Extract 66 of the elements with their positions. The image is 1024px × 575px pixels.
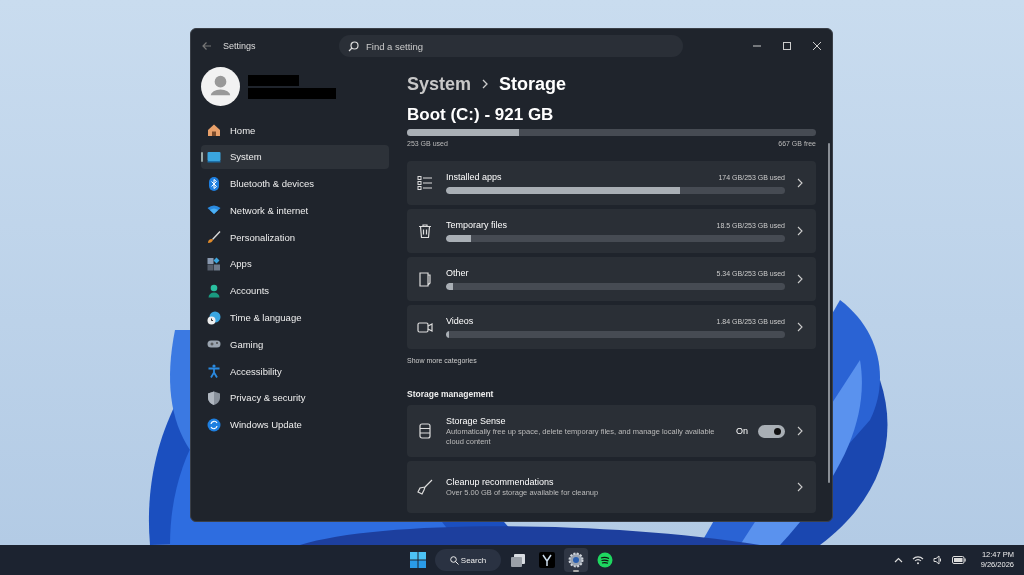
house-icon xyxy=(207,123,221,137)
toggle-switch[interactable] xyxy=(758,424,785,438)
chevron-icon xyxy=(796,226,804,236)
wifi-icon[interactable] xyxy=(911,555,924,565)
app-icon xyxy=(539,552,555,568)
speaker-icon[interactable] xyxy=(932,555,943,565)
gear-icon xyxy=(568,552,584,568)
sidebar-item[interactable]: Personalization xyxy=(201,225,389,250)
globe-clock-icon xyxy=(207,310,221,325)
page-title: Storage xyxy=(499,73,567,95)
search-field[interactable]: Find a setting xyxy=(339,35,683,57)
brush-icon xyxy=(207,230,221,245)
search-icon xyxy=(348,40,359,52)
chevron-icon xyxy=(796,274,804,284)
close-icon xyxy=(812,41,822,51)
chevron-up-icon[interactable] xyxy=(893,557,903,563)
taskbar-search[interactable]: Search xyxy=(435,549,501,571)
apps-icon xyxy=(207,257,221,271)
scrollbar[interactable] xyxy=(828,143,830,483)
music-app-icon xyxy=(597,552,613,568)
chevron-icon xyxy=(796,426,804,436)
setting-title: Storage Sense xyxy=(446,415,507,426)
section-heading: Storage management xyxy=(407,389,495,399)
search-icon xyxy=(449,555,459,565)
broom-icon xyxy=(417,479,433,495)
document-icon xyxy=(417,271,433,287)
drive-title: Boot (C:) - 921 GB xyxy=(407,105,555,125)
monitor-icon xyxy=(207,149,221,164)
chevron-icon xyxy=(796,482,804,492)
sidebar-item[interactable]: System xyxy=(201,144,389,169)
toggle-label: On xyxy=(736,426,748,436)
sidebar-item[interactable]: Time & language xyxy=(201,305,389,330)
breadcrumb-link[interactable]: System xyxy=(407,73,472,95)
battery-icon[interactable] xyxy=(951,556,966,564)
person-icon xyxy=(207,283,221,298)
sidebar-item[interactable]: Privacy & security xyxy=(201,385,389,410)
back-arrow-icon[interactable] xyxy=(201,40,213,52)
sidebar-item[interactable]: Windows Update xyxy=(201,412,389,437)
category-label: Temporary files xyxy=(446,220,508,230)
sidebar-item[interactable]: Home xyxy=(201,118,389,142)
sidebar-item[interactable]: Bluetooth & devices xyxy=(201,171,389,196)
chevron-icon xyxy=(796,178,804,188)
category-label: Installed apps xyxy=(446,172,502,182)
refresh-icon xyxy=(207,417,221,432)
video-camera-icon xyxy=(417,319,433,335)
setting-title: Cleanup recommendations xyxy=(446,476,555,487)
sidebar-item[interactable]: Accessibility xyxy=(201,359,389,384)
category-label: Videos xyxy=(446,316,474,326)
maximize-icon xyxy=(782,41,792,51)
chevron-icon xyxy=(796,322,804,332)
window-title: Settings xyxy=(223,41,257,51)
storage-icon xyxy=(417,423,433,439)
windows-icon xyxy=(510,552,526,568)
sidebar-item[interactable]: Gaming xyxy=(201,332,389,357)
category-label: Other xyxy=(446,268,469,278)
chevron-icon xyxy=(481,79,490,89)
shield-icon xyxy=(207,390,221,405)
sidebar-item[interactable]: Network & internet xyxy=(201,198,389,223)
list-icon xyxy=(417,175,433,191)
sidebar-item[interactable]: Apps xyxy=(201,252,389,276)
accessibility-icon xyxy=(207,364,221,379)
bluetooth-icon xyxy=(207,176,221,191)
trash-icon xyxy=(417,223,433,239)
taskbar-app[interactable] xyxy=(564,548,588,572)
avatar[interactable] xyxy=(201,67,240,106)
sidebar-item[interactable]: Accounts xyxy=(201,278,389,303)
